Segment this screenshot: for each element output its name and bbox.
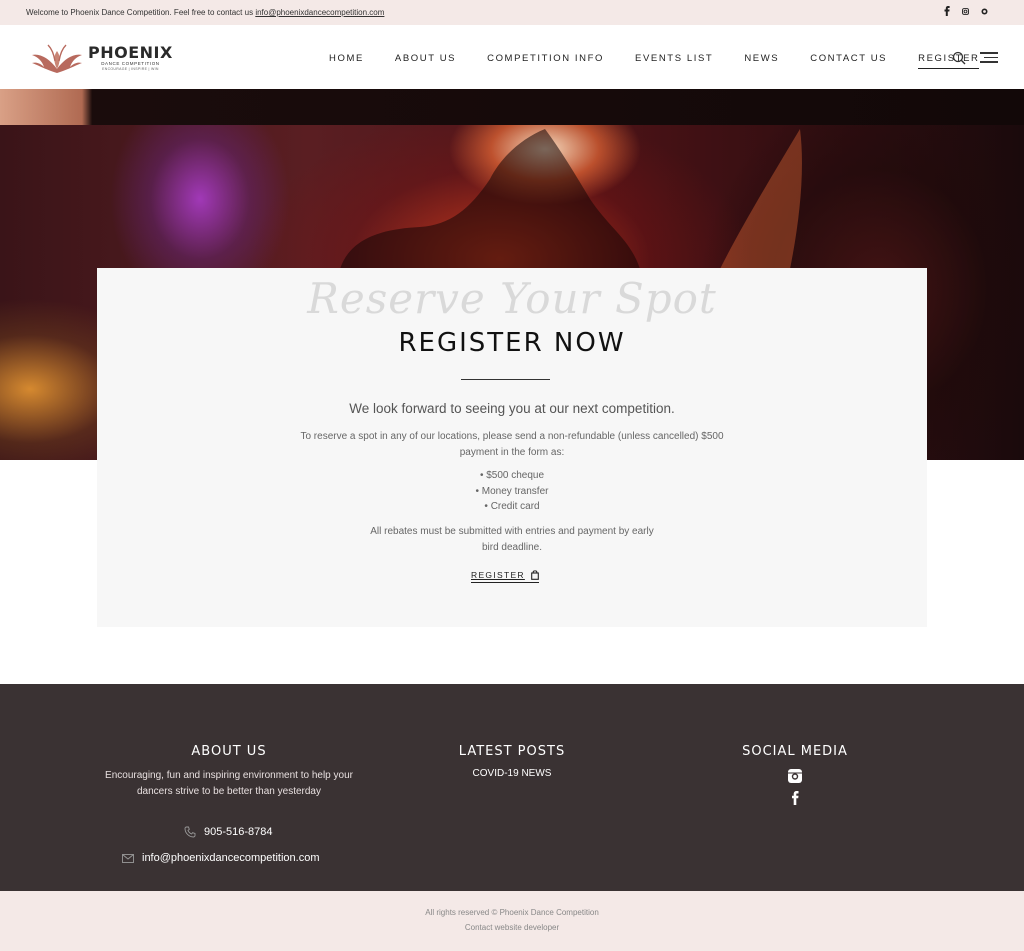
register-paragraph: To reserve a spot in any of our location…: [300, 431, 724, 458]
footer-post-link[interactable]: COVID-19 NEWS: [412, 768, 612, 779]
facebook-icon[interactable]: [943, 6, 950, 16]
site-footer: ABOUT US Encouraging, fun and inspiring …: [0, 684, 1024, 891]
search-icon[interactable]: [952, 51, 966, 65]
copyright-text: All rights reserved © Phoenix Dance Comp…: [425, 908, 599, 917]
register-button-label: REGISTER: [471, 570, 525, 580]
footer-phone[interactable]: 905-516-8784: [184, 826, 273, 838]
register-lead: We look forward to seeing you at our nex…: [349, 401, 675, 416]
brand-name: PHOENIX: [88, 42, 173, 62]
list-item: Credit card: [97, 499, 927, 515]
topbar-email-link[interactable]: info@phoenixdancecompetition.com: [255, 8, 384, 17]
list-item: Money transfer: [97, 484, 927, 500]
footer-social-title: SOCIAL MEDIA: [742, 744, 848, 759]
topbar-social-links: [943, 6, 988, 16]
nav-events-list[interactable]: EVENTS LIST: [635, 53, 713, 69]
list-item: $500 cheque: [97, 468, 927, 484]
instagram-icon[interactable]: [787, 768, 803, 784]
shopping-bag-icon: [531, 570, 539, 580]
footer-social-links: [787, 768, 803, 812]
instagram-icon[interactable]: [962, 6, 969, 16]
site-header: PHOENIX DANCE COMPETITION ENCOURAGE | IN…: [0, 25, 1024, 89]
nav-competition-info[interactable]: COMPETITION INFO: [487, 53, 604, 69]
hamburger-menu-icon[interactable]: [980, 52, 998, 64]
nav-home[interactable]: HOME: [329, 53, 364, 69]
phone-icon: [184, 826, 196, 838]
rebate-note: All rebates must be submitted with entri…: [370, 526, 654, 553]
welcome-message: Welcome to Phoenix Dance Competition. Fe…: [26, 8, 384, 17]
nav-about-us[interactable]: ABOUT US: [395, 53, 456, 69]
whatsapp-icon[interactable]: [981, 6, 988, 16]
bottom-bar: All rights reserved © Phoenix Dance Comp…: [0, 891, 1024, 951]
footer-posts-title: LATEST POSTS: [458, 744, 566, 759]
envelope-icon: [122, 853, 134, 863]
brand-tagline: ENCOURAGE | INSPIRE | WIN: [102, 66, 159, 71]
register-title: REGISTER NOW: [398, 328, 626, 358]
footer-about-title: ABOUT US: [191, 744, 267, 759]
footer-email[interactable]: info@phoenixdancecompetition.com: [122, 852, 320, 864]
register-card: Reserve Your Spot REGISTER NOW We look f…: [97, 268, 927, 627]
main-nav: HOME ABOUT US COMPETITION INFO EVENTS LI…: [329, 53, 1010, 69]
nav-news[interactable]: NEWS: [744, 53, 779, 69]
footer-email-text: info@phoenixdancecompetition.com: [142, 852, 320, 864]
welcome-text: Welcome to Phoenix Dance Competition. Fe…: [26, 8, 254, 17]
developer-link[interactable]: Contact website developer: [0, 923, 1024, 932]
nav-contact-us[interactable]: CONTACT US: [810, 53, 887, 69]
register-button[interactable]: REGISTER: [471, 570, 539, 583]
register-script-title: Reserve Your Spot: [307, 274, 717, 323]
top-bar: Welcome to Phoenix Dance Competition. Fe…: [0, 0, 1024, 25]
footer-about-text: Encouraging, fun and inspiring environme…: [105, 770, 353, 797]
site-logo[interactable]: PHOENIX DANCE COMPETITION ENCOURAGE | IN…: [28, 39, 173, 77]
footer-phone-text: 905-516-8784: [204, 826, 273, 838]
brand-text: PHOENIX DANCE COMPETITION ENCOURAGE | IN…: [88, 42, 173, 72]
phoenix-logo-icon: [32, 44, 82, 73]
facebook-icon[interactable]: [787, 790, 803, 806]
title-divider: [461, 379, 550, 380]
payment-options-list: $500 cheque Money transfer Credit card: [97, 468, 927, 515]
nav-register[interactable]: REGISTER: [918, 53, 980, 69]
